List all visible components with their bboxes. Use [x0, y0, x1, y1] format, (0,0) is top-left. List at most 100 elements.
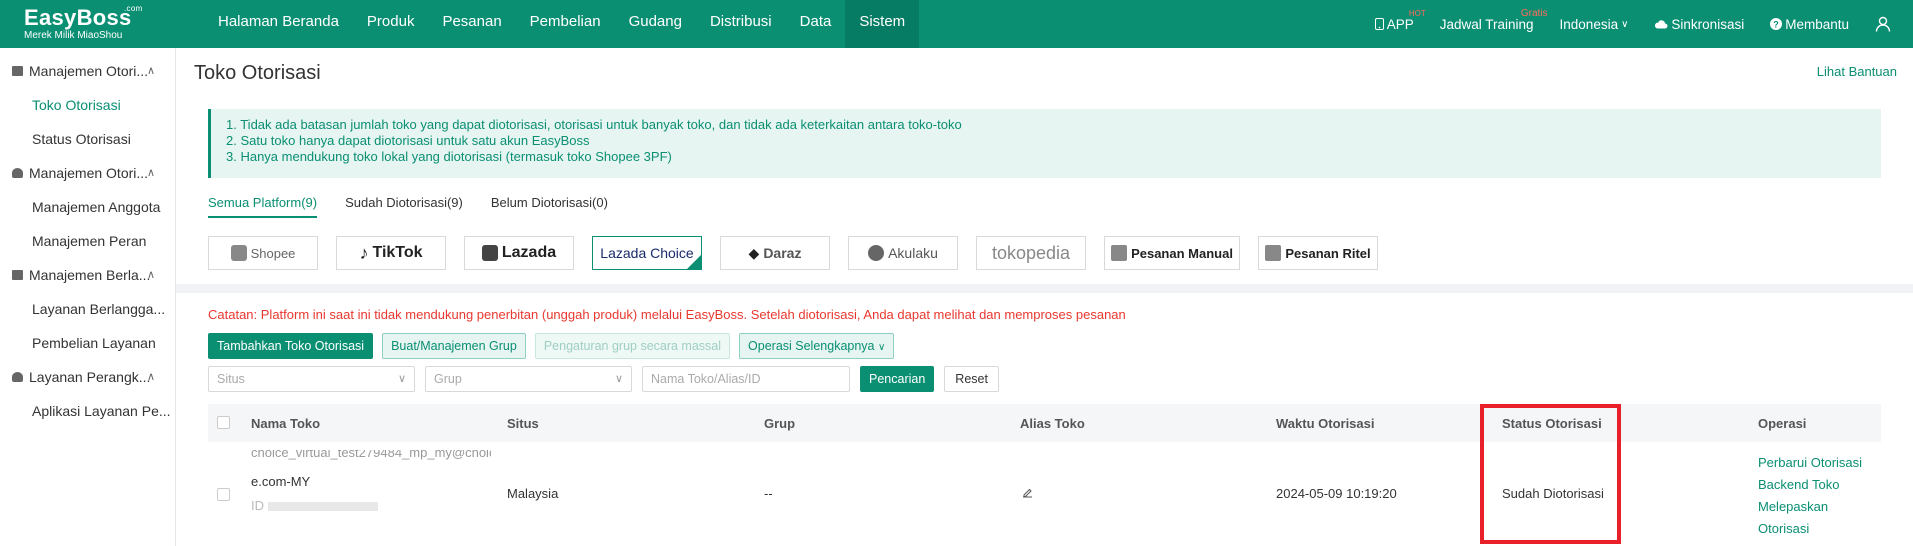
group-cell: --	[764, 486, 773, 501]
store-icon	[1265, 245, 1282, 261]
release-authorization-link[interactable]: Melepaskan Otorisasi	[1758, 496, 1881, 540]
group-select[interactable]: Grup ∨	[425, 366, 632, 392]
platform-lazada-choice[interactable]: Lazada Choice	[592, 236, 702, 270]
notice-line: 2. Satu toko hanya dapat diotorisasi unt…	[226, 133, 590, 148]
chevron-up-icon: ∧	[146, 65, 155, 77]
group-select-placeholder: Grup	[434, 372, 462, 386]
row-checkbox[interactable]	[217, 488, 230, 501]
nav-item-data[interactable]: Data	[786, 0, 846, 48]
help-button[interactable]: ? Membantu	[1770, 17, 1849, 32]
person-icon	[12, 168, 23, 178]
reset-button[interactable]: Reset	[944, 366, 999, 392]
phone-icon	[1374, 18, 1384, 30]
svg-text:?: ?	[1773, 20, 1779, 30]
platform-label: tokopedia	[991, 242, 1071, 263]
info-notice: 1. Tidak ada batasan jumlah toko yang da…	[208, 109, 1881, 178]
select-all-checkbox[interactable]	[217, 416, 230, 429]
platform-lazada[interactable]: Lazada	[464, 236, 574, 270]
more-operations-dropdown[interactable]: Operasi Selengkapnya ∨	[739, 333, 895, 359]
brand-logo[interactable]: EasyBoss .com Merek Milik MiaoShou	[0, 4, 168, 41]
nav-item-orders[interactable]: Pesanan	[428, 0, 515, 48]
nav-item-distribution[interactable]: Distribusi	[696, 0, 786, 48]
sidebar-item-status-otorisasi[interactable]: Status Otorisasi	[0, 122, 175, 156]
sidebar-group-label: Manajemen Otori...	[29, 63, 149, 79]
platform-retail-order[interactable]: Pesanan Ritel	[1258, 236, 1378, 270]
platform-label: Shopee	[250, 245, 296, 261]
sidebar-item-pembelian-layanan[interactable]: Pembelian Layanan	[0, 326, 175, 360]
question-circle-icon: ?	[1770, 18, 1783, 30]
filter-bar: Situs ∨ Grup ∨ Nama Toko/Alias/ID Pencar…	[208, 366, 999, 392]
col-header-store-name: Nama Toko	[251, 415, 321, 431]
col-header-alias: Alias Toko	[1020, 415, 1085, 431]
daraz-icon: ◆	[748, 244, 760, 261]
sidebar-item-manajemen-peran[interactable]: Manajemen Peran	[0, 224, 175, 258]
platform-tiktok[interactable]: ♪ TikTok	[336, 236, 446, 270]
top-navigation-bar: EasyBoss .com Merek Milik MiaoShou Halama…	[0, 0, 1913, 48]
store-name-cell: choice_virtual_test279484_mp_my@choic e.…	[251, 450, 491, 518]
help-link[interactable]: Lihat Bantuan	[1817, 64, 1897, 79]
renew-authorization-link[interactable]: Perbarui Otorisasi	[1758, 452, 1881, 474]
notice-line: 3. Hanya mendukung toko lokal yang dioto…	[226, 149, 672, 164]
bulk-group-settings-button[interactable]: Pengaturan grup secara massal	[534, 333, 731, 359]
app-label: APP	[1386, 16, 1414, 32]
nav-item-system[interactable]: Sistem	[845, 0, 920, 48]
platform-shopee[interactable]: Shopee	[208, 236, 318, 270]
help-label: Membantu	[1785, 16, 1849, 32]
chevron-down-icon: ∨	[878, 342, 886, 353]
app-link[interactable]: APP HOT	[1374, 9, 1426, 32]
platform-manual-order[interactable]: Pesanan Manual	[1104, 236, 1240, 270]
platform-label: Pesanan Ritel	[1285, 245, 1371, 261]
chevron-up-icon: ∧	[146, 167, 155, 179]
sidebar-item-manajemen-anggota[interactable]: Manajemen Anggota	[0, 190, 175, 224]
tab-authorized[interactable]: Sudah Diotorisasi(9)	[345, 195, 463, 218]
platform-label: Lazada	[501, 244, 557, 261]
selected-corner-icon	[687, 255, 701, 269]
nav-item-warehouse[interactable]: Gudang	[615, 0, 696, 48]
platform-tokopedia[interactable]: tokopedia	[976, 236, 1086, 270]
shopee-bag-icon	[230, 245, 247, 261]
platform-daraz[interactable]: ◆ Daraz	[720, 236, 830, 270]
search-input[interactable]: Nama Toko/Alias/ID	[642, 366, 850, 392]
top-right-menu: APP HOT Jadwal Training Gratis Indonesia…	[1374, 0, 1913, 48]
manage-group-button[interactable]: Buat/Manajemen Grup	[382, 333, 526, 359]
chevron-down-icon: ∨	[614, 373, 623, 385]
sync-button[interactable]: Sinkronisasi	[1654, 17, 1744, 32]
page-title: Toko Otorisasi	[194, 62, 321, 84]
tab-all-platforms[interactable]: Semua Platform(9)	[208, 195, 318, 218]
sync-label: Sinkronisasi	[1671, 16, 1745, 32]
edit-alias-icon[interactable]	[1022, 486, 1033, 501]
nav-item-products[interactable]: Produk	[353, 0, 429, 48]
platform-akulaku[interactable]: Akulaku	[848, 236, 958, 270]
site-select[interactable]: Situs ∨	[208, 366, 415, 392]
site-select-placeholder: Situs	[217, 372, 245, 386]
store-id-line: ID	[251, 494, 491, 518]
add-authorized-store-button[interactable]: Tambahkan Toko Otorisasi	[208, 333, 374, 359]
sidebar-item-toko-otorisasi[interactable]: Toko Otorisasi	[0, 88, 175, 122]
sidebar-group-label: Manajemen Otori...	[29, 165, 149, 181]
col-header-group: Grup	[764, 415, 796, 431]
sidebar-item-layanan-berlangganan[interactable]: Layanan Berlangga...	[0, 292, 175, 326]
col-header-auth-time: Waktu Otorisasi	[1276, 415, 1375, 431]
user-menu[interactable]	[1875, 16, 1891, 32]
auth-time-cell: 2024-05-09 10:19:20	[1276, 486, 1397, 501]
sidebar-group-software-service[interactable]: Layanan Perangk... ∧	[0, 360, 175, 394]
sidebar-group-store-auth[interactable]: Manajemen Otori... ∧	[0, 54, 175, 88]
store-backend-link[interactable]: Backend Toko	[1758, 474, 1881, 496]
sidebar-group-subscription[interactable]: Manajemen Berla... ∧	[0, 258, 175, 292]
subscription-icon	[12, 270, 23, 280]
platform-note: Catatan: Platform ini saat ini tidak men…	[208, 307, 1126, 322]
nav-item-home[interactable]: Halaman Beranda	[204, 0, 353, 48]
sidebar-item-aplikasi-layanan[interactable]: Aplikasi Layanan Pe...	[0, 394, 175, 428]
sidebar-group-label: Manajemen Berla...	[29, 267, 151, 283]
language-selector[interactable]: Indonesia ∨	[1560, 17, 1629, 32]
nav-item-purchase[interactable]: Pembelian	[516, 0, 615, 48]
search-button[interactable]: Pencarian	[860, 366, 935, 392]
tab-unauthorized[interactable]: Belum Diotorisasi(0)	[491, 195, 608, 218]
sidebar-group-member-auth[interactable]: Manajemen Otori... ∧	[0, 156, 175, 190]
training-link[interactable]: Jadwal Training Gratis	[1440, 8, 1548, 32]
action-bar: Tambahkan Toko Otorisasi Buat/Manajemen …	[208, 333, 895, 359]
store-icon	[1111, 245, 1128, 261]
gratis-badge: Gratis	[1520, 7, 1548, 19]
brand-com: .com	[124, 4, 143, 13]
platform-label: Akulaku	[888, 245, 938, 261]
